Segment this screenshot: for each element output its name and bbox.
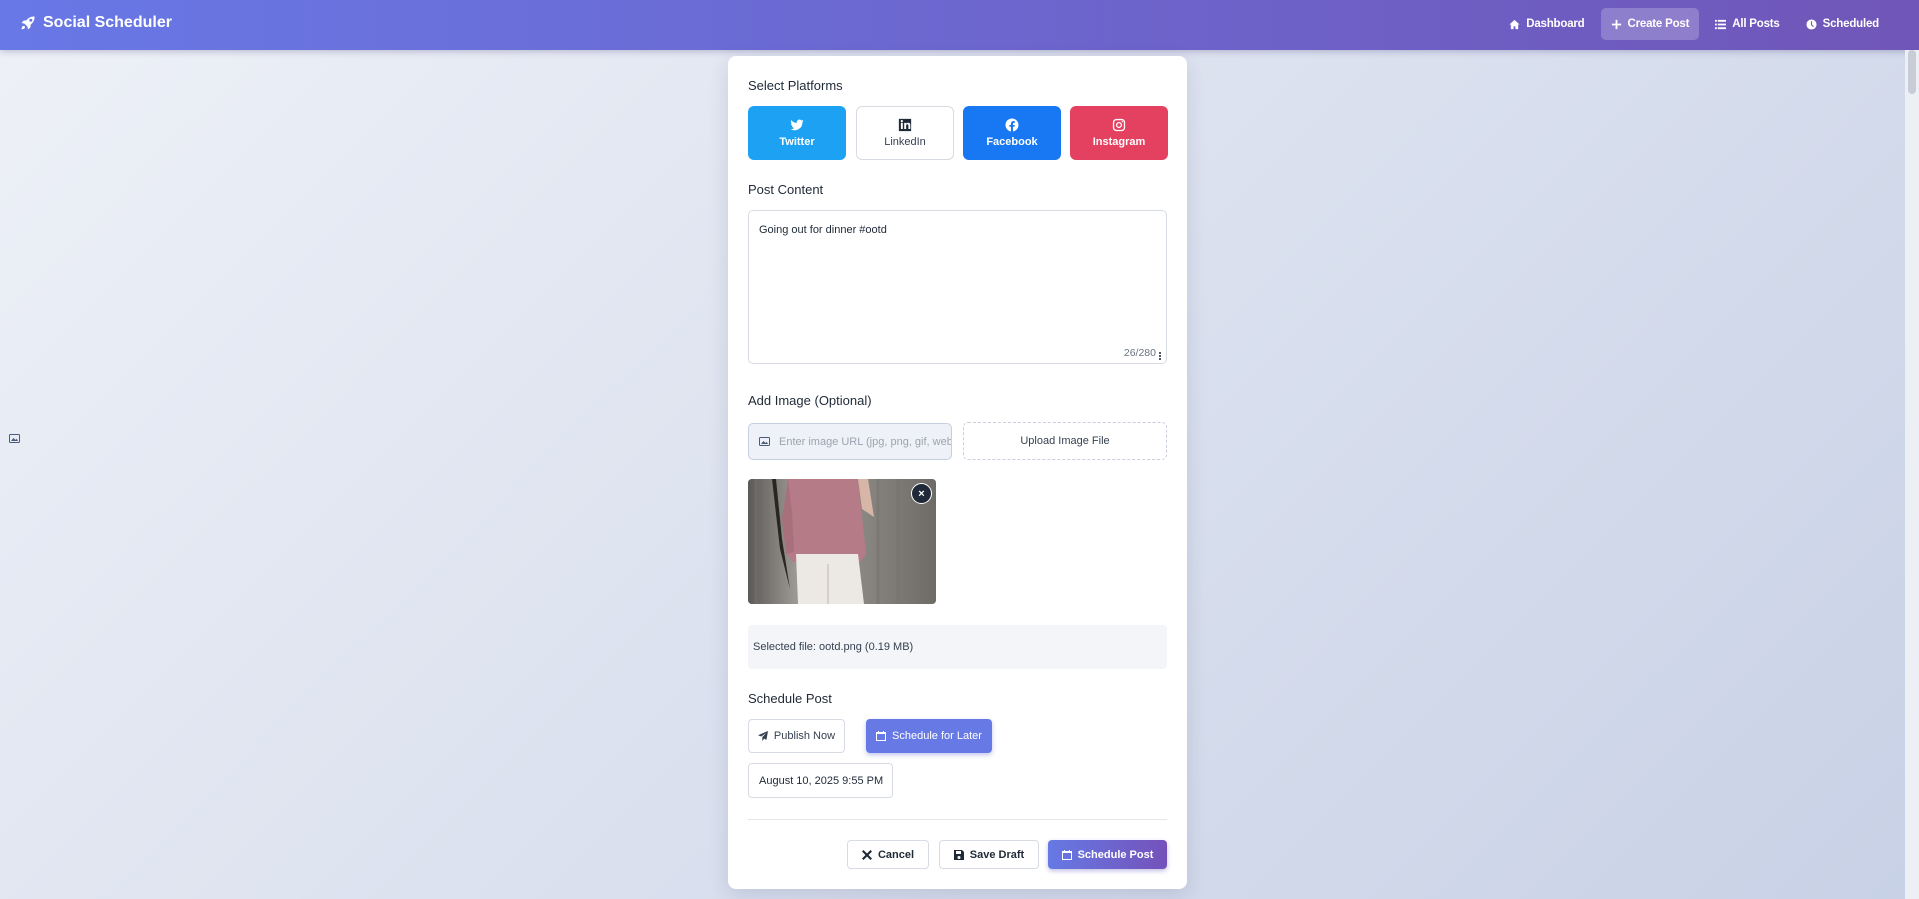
linkedin-icon	[898, 118, 912, 132]
plus-icon	[1611, 19, 1621, 29]
upload-image-button[interactable]: Upload Image File	[963, 422, 1167, 460]
main-nav: Dashboard Create Post All Posts Schedule…	[1499, 8, 1889, 40]
cancel-button[interactable]: Cancel	[847, 840, 929, 869]
page-scrollbar-track[interactable]	[1905, 50, 1919, 899]
nav-dashboard-label: Dashboard	[1526, 18, 1585, 30]
platforms-heading: Select Platforms	[748, 78, 843, 93]
post-content-textarea[interactable]: Going out for dinner #ootd 26/280	[748, 210, 1167, 364]
schedule-post-button[interactable]: Schedule Post	[1048, 840, 1167, 869]
schedule-heading: Schedule Post	[748, 691, 832, 706]
save-draft-label: Save Draft	[969, 848, 1025, 861]
platform-facebook-label: Facebook	[986, 136, 1038, 148]
close-icon	[861, 849, 872, 860]
nav-all-posts-label: All Posts	[1732, 18, 1780, 30]
home-icon	[1509, 19, 1520, 29]
image-url-input[interactable]: Enter image URL (jpg, png, gif, webp)	[748, 423, 952, 460]
paper-plane-icon	[757, 731, 768, 741]
selected-file-info: Selected file: ootd.png (0.19 MB)	[748, 625, 1167, 669]
platform-instagram-label: Instagram	[1092, 136, 1146, 148]
image-icon	[9, 434, 20, 443]
add-image-heading: Add Image (Optional)	[748, 393, 872, 408]
instagram-icon	[1112, 118, 1126, 132]
post-content-heading: Post Content	[748, 182, 824, 197]
schedule-later-label: Schedule for Later	[892, 730, 982, 742]
schedule-post-label: Schedule Post	[1077, 848, 1154, 861]
textarea-resize-handle[interactable]	[1159, 352, 1163, 360]
platform-linkedin[interactable]: LinkedIn	[856, 106, 954, 160]
app-brand[interactable]: Social Scheduler	[20, 14, 172, 32]
nav-scheduled[interactable]: Scheduled	[1796, 8, 1889, 40]
publish-now-button[interactable]: Publish Now	[748, 719, 845, 753]
nav-dashboard[interactable]: Dashboard	[1499, 8, 1594, 40]
post-content-text: Going out for dinner #ootd	[759, 224, 887, 236]
cancel-label: Cancel	[877, 848, 915, 861]
nav-scheduled-label: Scheduled	[1822, 18, 1880, 30]
app-title: Social Scheduler	[43, 14, 172, 31]
image-preview-photo	[748, 479, 936, 604]
platform-twitter-label: Twitter	[779, 136, 815, 148]
save-draft-button[interactable]: Save Draft	[939, 840, 1039, 869]
twitter-icon	[790, 119, 804, 131]
calendar-icon	[876, 731, 887, 741]
facebook-icon	[1005, 118, 1019, 132]
platform-instagram[interactable]: Instagram	[1070, 106, 1168, 160]
top-navbar: Social Scheduler Dashboard Create Post A…	[0, 0, 1919, 50]
page-scrollbar-thumb[interactable]	[1908, 50, 1916, 94]
list-icon	[1715, 19, 1727, 29]
platform-facebook[interactable]: Facebook	[963, 106, 1061, 160]
remove-image-button[interactable]: ×	[911, 483, 932, 504]
create-post-card: Select Platforms Twitter LinkedIn Facebo…	[728, 56, 1187, 889]
actions-divider	[748, 819, 1167, 820]
image-url-placeholder: Enter image URL (jpg, png, gif, webp)	[779, 435, 952, 448]
rocket-icon	[21, 16, 35, 30]
schedule-later-button[interactable]: Schedule for Later	[866, 719, 992, 753]
character-counter: 26/280	[1123, 347, 1156, 359]
nav-all-posts[interactable]: All Posts	[1705, 8, 1789, 40]
platform-twitter[interactable]: Twitter	[748, 106, 846, 160]
clock-icon	[1806, 18, 1817, 30]
image-preview	[748, 479, 936, 604]
schedule-datetime-picker[interactable]: August 10, 2025 9:55 PM	[748, 763, 893, 798]
nav-create-post[interactable]: Create Post	[1600, 8, 1700, 40]
calendar-icon	[1061, 849, 1072, 860]
image-icon	[759, 437, 770, 446]
save-icon	[953, 849, 964, 860]
platform-linkedin-label: LinkedIn	[884, 136, 926, 148]
publish-now-label: Publish Now	[773, 730, 836, 742]
nav-create-post-label: Create Post	[1627, 18, 1690, 30]
